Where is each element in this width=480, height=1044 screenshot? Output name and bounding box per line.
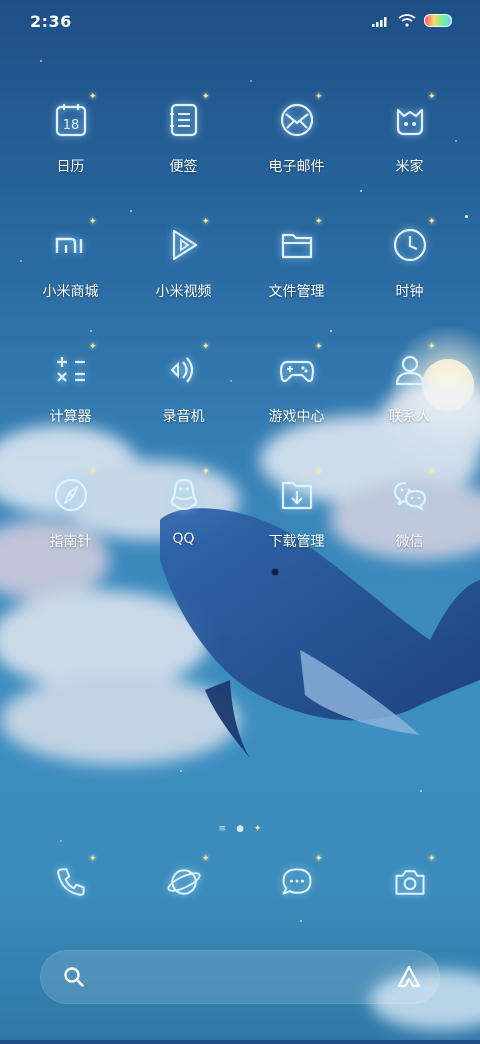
app-label: 录音机: [162, 409, 205, 425]
app-calculator[interactable]: ✦ 计算器: [14, 342, 127, 471]
calculator-icon: [56, 357, 85, 382]
contact-icon: [395, 355, 424, 386]
dock-camera[interactable]: ✦: [353, 854, 466, 906]
page-indicator[interactable]: ≡ ● ✦: [0, 824, 480, 834]
assistant-icon[interactable]: [396, 964, 422, 990]
battery-icon: [424, 14, 452, 27]
app-label: 文件管理: [268, 284, 325, 300]
mi-logo-icon: [55, 237, 82, 253]
page-indicator-active-star-icon: ✦: [253, 824, 262, 834]
app-label: 小米视频: [155, 284, 212, 300]
dock: ✦ ✦ ✦ ✦: [14, 854, 466, 906]
message-icon: [282, 868, 311, 895]
gamepad-icon: [279, 360, 314, 383]
app-label: 米家: [395, 159, 424, 175]
app-label: 游戏中心: [268, 409, 325, 425]
app-downloads[interactable]: ✦ 下载管理: [240, 467, 353, 596]
sparkle-icon: ✦: [201, 342, 210, 352]
app-label: 小米商城: [42, 284, 99, 300]
sparkle-icon: ✦: [314, 92, 323, 102]
sparkle-icon: ✦: [201, 217, 210, 227]
app-grid: 18 ✦ 日历 ✦ 便签 ✦ 电子邮件 ✦ 米家 ✦ 小米商城 ✦ 小米视频 ✦…: [14, 92, 466, 596]
search-icon[interactable]: [62, 965, 86, 989]
app-file-manager[interactable]: ✦ 文件管理: [240, 217, 353, 346]
wechat-icon: [393, 481, 426, 511]
app-calendar[interactable]: 18 ✦ 日历: [14, 92, 127, 221]
page-indicator-dot: ●: [236, 824, 244, 834]
calendar-icon: 18: [55, 104, 86, 137]
compass-icon: [54, 478, 87, 512]
download-icon: [281, 481, 312, 510]
app-label: 便签: [169, 159, 198, 175]
app-email[interactable]: ✦ 电子邮件: [240, 92, 353, 221]
play-icon: [172, 229, 197, 261]
app-label: 时钟: [395, 284, 424, 300]
sparkle-icon: ✦: [314, 467, 323, 477]
app-mi-home[interactable]: ✦ 米家: [353, 92, 466, 221]
notes-icon: [169, 103, 197, 137]
planet-icon: [166, 869, 201, 895]
app-clock[interactable]: ✦ 时钟: [353, 217, 466, 346]
sparkle-icon: ✦: [88, 854, 97, 864]
app-label: 日历: [56, 159, 85, 175]
app-label: 计算器: [49, 409, 92, 425]
app-recorder[interactable]: ✦ 录音机: [127, 342, 240, 471]
status-time: 2:36: [30, 12, 72, 31]
phone-icon: [56, 868, 85, 896]
app-mi-store[interactable]: ✦ 小米商城: [14, 217, 127, 346]
app-label: QQ: [172, 531, 195, 547]
sparkle-icon: ✦: [201, 92, 210, 102]
calendar-day: 18: [62, 118, 79, 133]
app-notes[interactable]: ✦ 便签: [127, 92, 240, 221]
mi-home-icon: [396, 108, 423, 136]
folder-icon: [281, 233, 312, 259]
sparkle-icon: ✦: [314, 342, 323, 352]
wifi-icon: [398, 14, 416, 27]
app-game-center[interactable]: ✦ 游戏中心: [240, 342, 353, 471]
app-mi-video[interactable]: ✦ 小米视频: [127, 217, 240, 346]
page-indicator-menu-icon: ≡: [218, 824, 227, 834]
camera-icon: [395, 870, 424, 895]
sparkle-icon: ✦: [88, 467, 97, 477]
app-label: 下载管理: [268, 534, 325, 550]
status-icons: [372, 14, 452, 27]
dock-phone[interactable]: ✦: [14, 854, 127, 906]
dock-messages[interactable]: ✦: [240, 854, 353, 906]
sparkle-icon: ✦: [314, 854, 323, 864]
qq-penguin-icon: [170, 478, 197, 511]
sparkle-icon: ✦: [88, 342, 97, 352]
dock-browser[interactable]: ✦: [127, 854, 240, 906]
app-label: 微信: [395, 534, 424, 550]
status-bar: 2:36: [0, 0, 480, 44]
sparkle-icon: ✦: [201, 854, 210, 864]
app-label: 电子邮件: [268, 159, 325, 175]
signal-icon: [372, 16, 387, 27]
app-contacts[interactable]: ✦ 联系人: [353, 342, 466, 471]
app-label: 指南针: [49, 534, 92, 550]
sparkle-icon: ✦: [88, 217, 97, 227]
app-qq[interactable]: ✦ QQ: [127, 467, 240, 596]
app-wechat[interactable]: ✦ 微信: [353, 467, 466, 596]
sparkle-icon: ✦: [427, 854, 436, 864]
search-bar[interactable]: [40, 950, 440, 1004]
sparkle-icon: ✦: [427, 217, 436, 227]
clock-icon: [393, 228, 426, 262]
recorder-icon: [170, 357, 193, 383]
sparkle-icon: ✦: [88, 92, 97, 102]
app-compass[interactable]: ✦ 指南针: [14, 467, 127, 596]
sparkle-icon: ✦: [314, 217, 323, 227]
sparkle-icon: ✦: [427, 92, 436, 102]
sparkle-icon: ✦: [427, 342, 436, 352]
email-icon: [280, 103, 313, 137]
sparkle-icon: ✦: [201, 467, 210, 477]
sparkle-icon: ✦: [427, 467, 436, 477]
app-label: 联系人: [388, 409, 431, 425]
